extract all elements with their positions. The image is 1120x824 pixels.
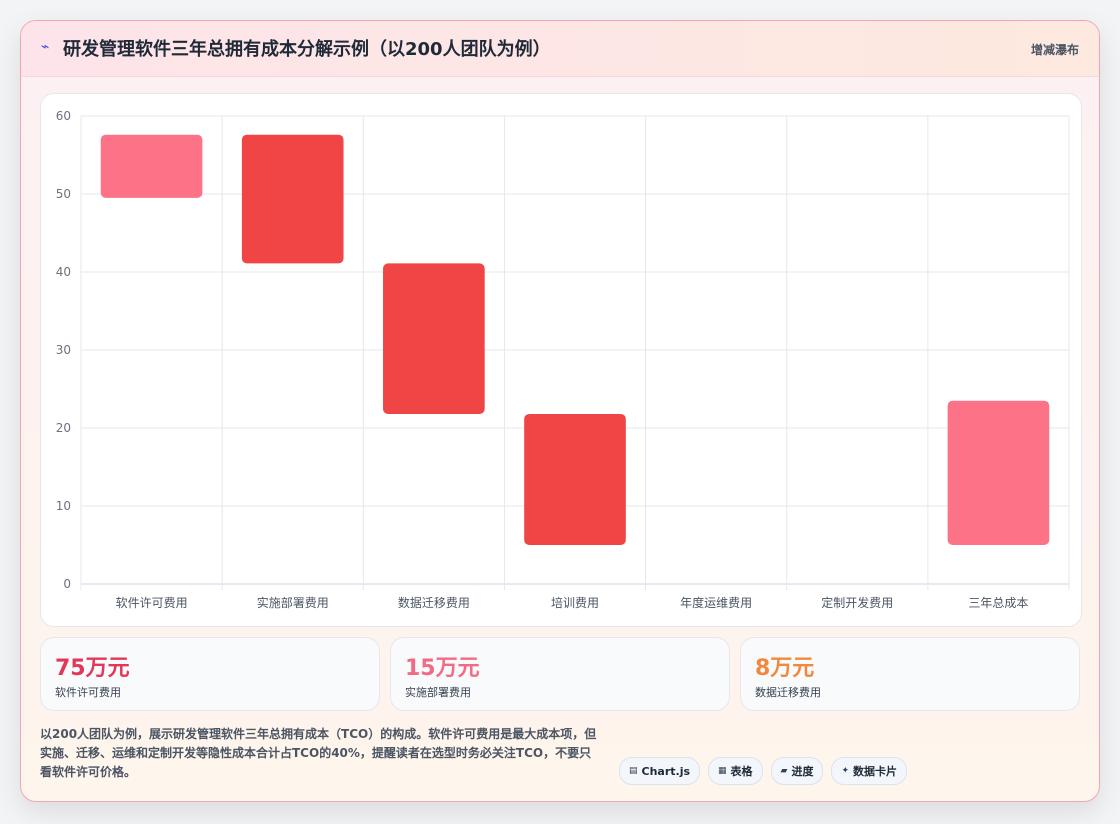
stat-value: 8万元 [755, 656, 815, 681]
y-tick-label: 20 [56, 421, 71, 435]
x-tick-label: 年度运维费用 [680, 595, 752, 610]
tech-tag-label: 进度 [791, 765, 814, 778]
lightning-icon: ⌁ [41, 39, 50, 55]
stat-card-implementation: 15万元 实施部署费用 [390, 637, 730, 711]
x-tick-label: 定制开发费用 [821, 595, 893, 610]
card-header: ⌁ 研发管理软件三年总拥有成本分解示例（以200人团队为例） 增减瀑布 [21, 21, 1099, 77]
y-tick-label: 50 [56, 187, 71, 201]
x-tick-label: 培训费用 [551, 595, 599, 610]
stat-card-migration: 8万元 数据迁移费用 [740, 637, 1080, 711]
waterfall-chart: 0 10 20 30 40 50 60 软件许可费用 实施部署费用 数据迁移费用 培训费用 年度运维费… [56, 109, 1070, 610]
tech-tag-datacard[interactable]: ✦ 数据卡片 [831, 757, 908, 785]
tech-tag-progress[interactable]: ▰ 进度 [770, 757, 824, 785]
waterfall-bar [241, 134, 344, 264]
y-tick-label: 30 [56, 343, 71, 357]
stat-label: 数据迁移费用 [755, 686, 821, 699]
stat-label: 实施部署费用 [405, 686, 471, 699]
waterfall-bar [383, 263, 485, 414]
tech-tag-chartjs[interactable]: ▤ Chart.js [619, 757, 701, 785]
chart-card: ⌁ 研发管理软件三年总拥有成本分解示例（以200人团队为例） 增减瀑布 0 10 2… [20, 20, 1100, 802]
stat-value: 15万元 [405, 656, 480, 681]
tech-tag-label: 表格 [730, 765, 753, 778]
tech-tag-table[interactable]: ▦ 表格 [708, 757, 763, 785]
x-tick-label: 软件许可费用 [116, 596, 188, 610]
chart-summary: 以200人团队为例，展示研发管理软件三年总拥有成本（TCO）的构成。软件许可费用… [40, 727, 597, 779]
y-tick-label: 60 [56, 109, 71, 123]
card-icon: ✦ [841, 766, 850, 776]
y-tick-label: 40 [56, 265, 71, 279]
tech-tag-label: Chart.js [641, 764, 691, 778]
waterfall-bar [100, 134, 203, 198]
waterfall-bar [947, 400, 1050, 545]
stat-label: 软件许可费用 [55, 686, 121, 699]
waterfall-bar [524, 413, 626, 545]
chart-icon: ▤ [629, 766, 638, 776]
y-tick-label: 10 [56, 499, 71, 513]
y-tick-label: 0 [63, 577, 71, 591]
stat-value: 75万元 [55, 656, 130, 681]
x-tick-label: 三年总成本 [968, 596, 1028, 610]
chart-type-label: 增减瀑布 [1030, 43, 1079, 57]
stat-card-license: 75万元 软件许可费用 [40, 637, 380, 711]
tech-tag-label: 数据卡片 [853, 765, 898, 778]
x-tick-label: 数据迁移费用 [398, 595, 470, 610]
chart-panel: 0 10 20 30 40 50 60 软件许可费用 实施部署费用 数据迁移费用 培训费用 年度运维费… [40, 93, 1082, 627]
table-icon: ▦ [718, 766, 727, 776]
x-tick-label: 实施部署费用 [257, 595, 329, 610]
progress-icon: ▰ [780, 766, 788, 776]
chart-title: 研发管理软件三年总拥有成本分解示例（以200人团队为例） [63, 39, 551, 60]
tech-tag-list: ▤ Chart.js ▦ 表格 ▰ 进度 ✦ 数据卡片 [619, 757, 908, 785]
